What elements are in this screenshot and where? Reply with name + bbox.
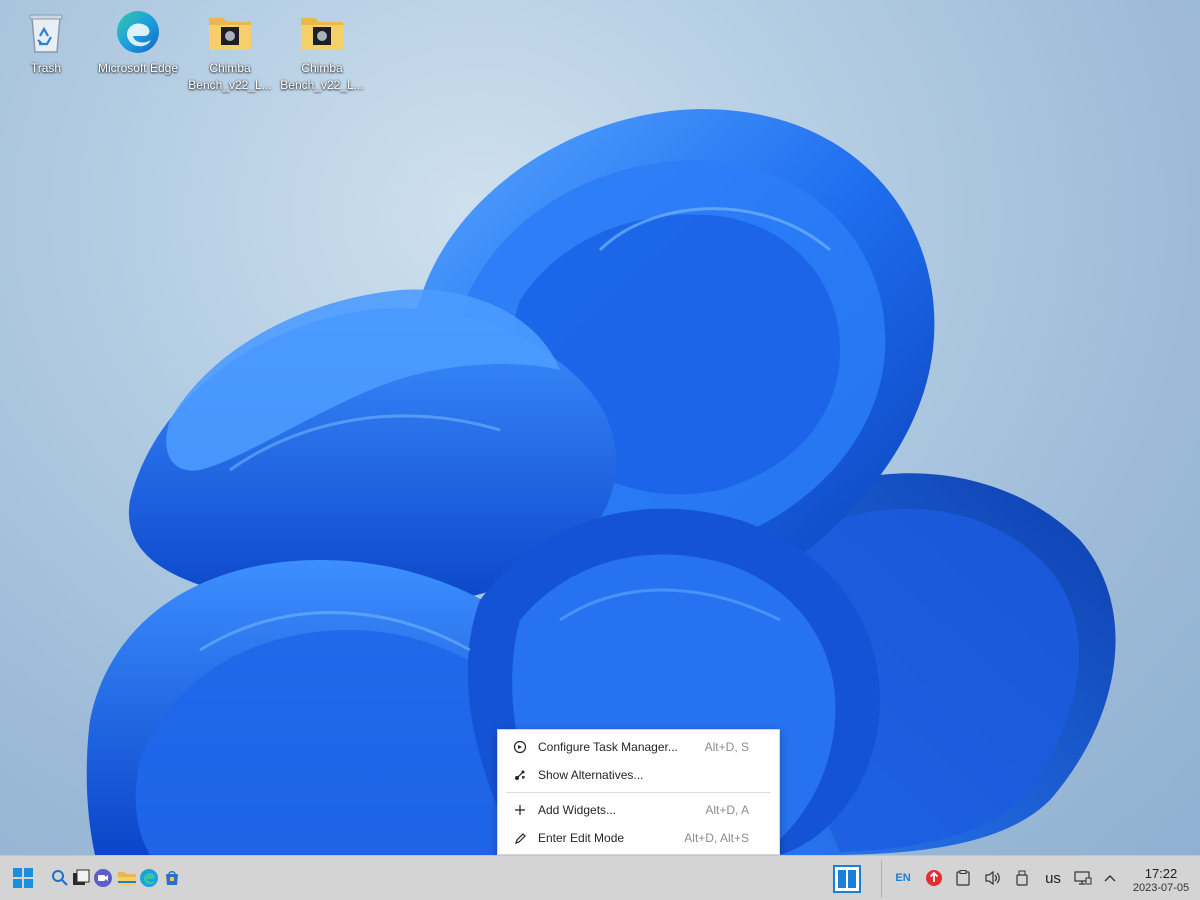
desktop-icon-folder-2[interactable]: Chimba Bench_v22_L... [280, 8, 364, 94]
language-indicator[interactable]: EN [892, 869, 914, 887]
desktop[interactable]: Trash Microsoft Edge Chimba Bench_v22_L.… [0, 0, 1200, 855]
pencil-icon [512, 830, 528, 846]
edge-icon [114, 8, 162, 56]
edge-icon[interactable] [139, 868, 159, 888]
menu-item-enter-edit-mode[interactable]: Enter Edit Mode Alt+D, Alt+S [498, 825, 779, 851]
clock-date[interactable]: 2023-07-05 [1128, 882, 1194, 894]
recycle-bin-icon [22, 8, 70, 56]
menu-item-label: Add Widgets... [538, 803, 617, 817]
desktop-icon-trash[interactable]: Trash [4, 8, 88, 77]
store-icon[interactable] [162, 868, 182, 888]
menu-item-shortcut: Alt+D, A [705, 803, 749, 817]
desktop-icon-label: Chimba Bench_v22_L... [188, 61, 272, 92]
video-call-icon[interactable] [93, 868, 113, 888]
network-icon[interactable] [1073, 868, 1093, 888]
keyboard-layout-indicator[interactable]: us [1040, 868, 1066, 888]
desktop-icon-edge[interactable]: Microsoft Edge [96, 8, 180, 77]
desktop-icon-folder-1[interactable]: Chimba Bench_v22_L... [188, 8, 272, 94]
window-switcher-icon[interactable] [832, 864, 862, 894]
task-view-icon[interactable] [71, 868, 91, 888]
desktop-icon-label: Trash [30, 61, 62, 75]
folder-icon [206, 8, 254, 56]
desktop-icon-label: Chimba Bench_v22_L... [280, 61, 364, 92]
alternatives-icon [512, 767, 528, 783]
menu-item-label: Show Alternatives... [538, 768, 644, 782]
taskbar-divider [881, 860, 882, 897]
search-icon[interactable] [50, 868, 70, 888]
volume-icon[interactable] [983, 868, 1003, 888]
clipboard-icon[interactable] [954, 868, 972, 888]
update-notification-icon[interactable] [924, 868, 944, 888]
menu-item-shortcut: Alt+D, Alt+S [684, 831, 749, 845]
chevron-up-icon[interactable] [1100, 868, 1120, 888]
menu-item-show-alternatives[interactable]: Show Alternatives... [498, 762, 779, 788]
desktop-icon-label: Microsoft Edge [97, 61, 179, 75]
clock-time[interactable]: 17:22 [1130, 866, 1192, 881]
menu-item-label: Enter Edit Mode [538, 831, 625, 845]
removable-device-icon[interactable] [1014, 868, 1030, 888]
menu-item-add-widgets[interactable]: Add Widgets... Alt+D, A [498, 797, 779, 823]
taskbar: EN us 17:22 2023-07-05 [0, 855, 1200, 900]
file-explorer-icon[interactable] [116, 868, 138, 888]
context-menu: Configure Task Manager... Alt+D, S Show … [497, 729, 780, 855]
menu-item-configure-task-manager[interactable]: Configure Task Manager... Alt+D, S [498, 734, 779, 760]
wallpaper-bloom [86, 109, 1116, 855]
menu-separator [506, 792, 771, 793]
menu-item-shortcut: Alt+D, S [704, 740, 749, 754]
folder-icon [298, 8, 346, 56]
start-menu-icon[interactable] [12, 867, 34, 889]
configure-icon [512, 739, 528, 755]
menu-item-label: Configure Task Manager... [538, 740, 678, 754]
plus-icon [512, 802, 528, 818]
